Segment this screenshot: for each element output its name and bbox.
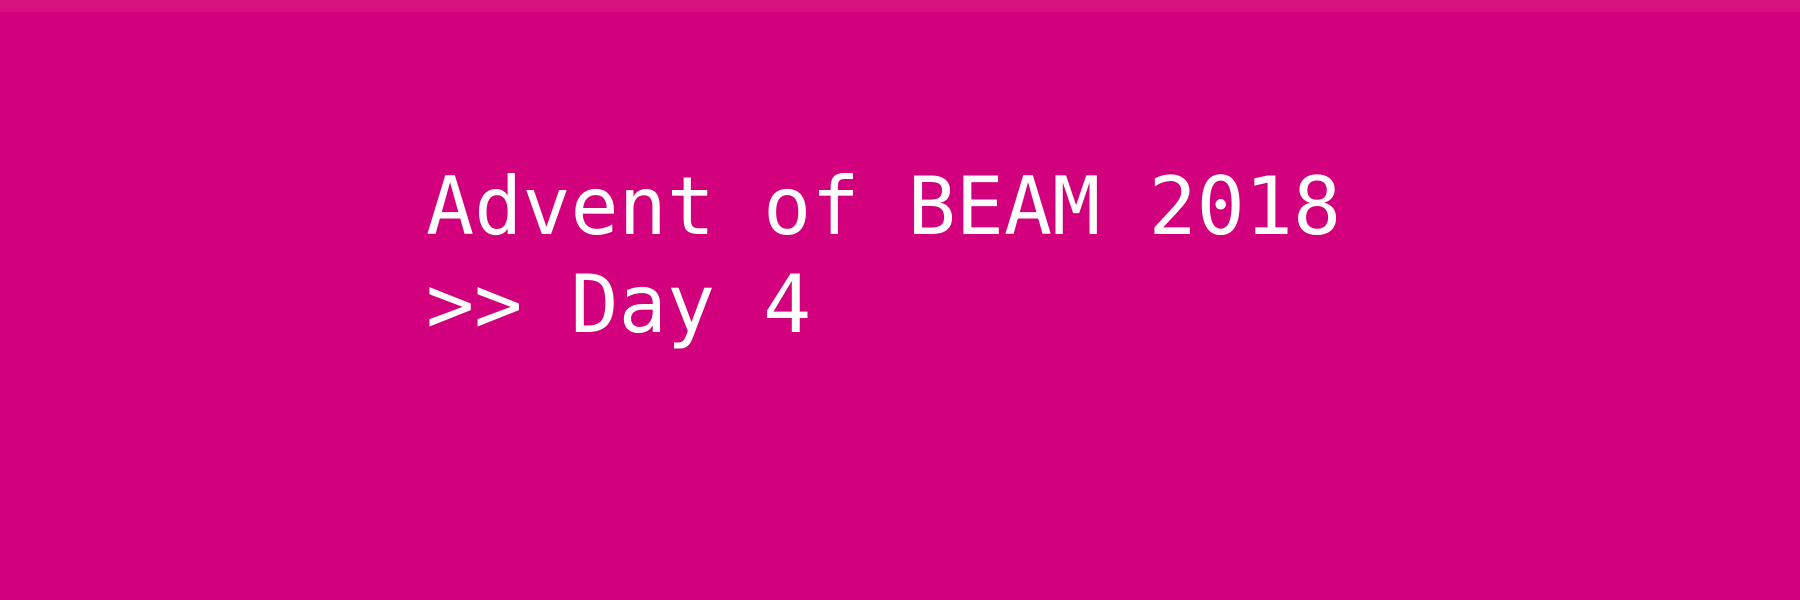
- banner-subtitle: >> Day 4: [426, 258, 812, 351]
- top-strip: [0, 0, 1800, 12]
- banner: Advent of BEAM 2018 >> Day 4: [426, 158, 1526, 354]
- banner-title: Advent of BEAM 2018: [426, 160, 1342, 253]
